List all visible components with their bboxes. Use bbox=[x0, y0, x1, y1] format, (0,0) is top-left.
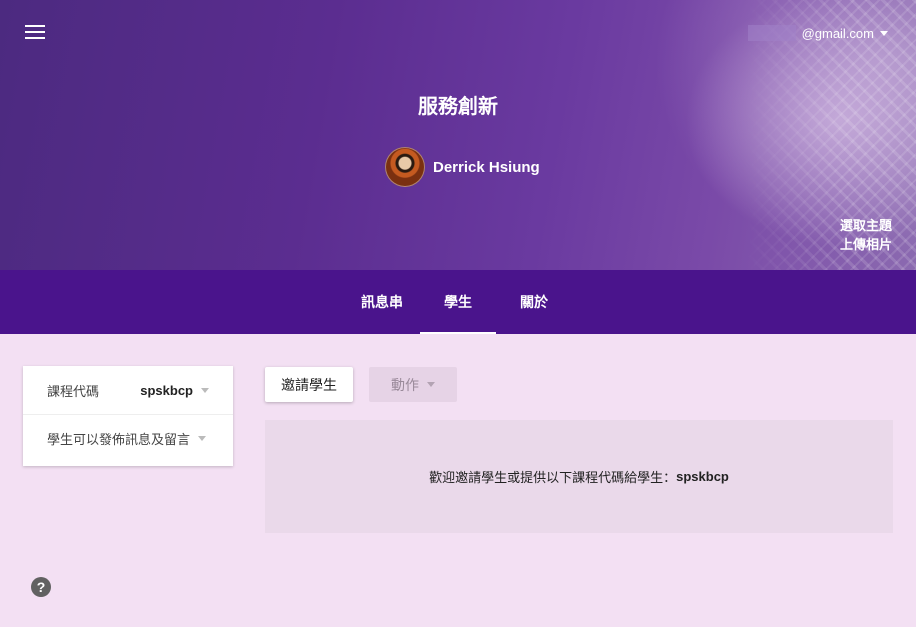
choose-theme-link[interactable]: 選取主題 bbox=[840, 216, 892, 235]
chevron-down-icon bbox=[427, 382, 435, 387]
teacher-info: Derrick Hsiung bbox=[385, 147, 540, 187]
course-banner: @gmail.com 服務創新 Derrick Hsiung 選取主題 上傳相片 bbox=[0, 0, 916, 270]
menu-icon[interactable] bbox=[25, 25, 45, 39]
actions-dropdown-button[interactable]: 動作 bbox=[369, 367, 457, 402]
help-icon[interactable]: ? bbox=[31, 577, 51, 597]
banner-links: 選取主題 上傳相片 bbox=[840, 216, 892, 254]
actions-label: 動作 bbox=[391, 376, 419, 393]
course-code-row: 課程代碼 spskbcp bbox=[23, 366, 233, 414]
empty-state-code: spskbcp bbox=[676, 469, 729, 484]
student-permission-dropdown-icon[interactable] bbox=[198, 436, 207, 441]
tab-bar: 訊息串 學生 關於 bbox=[0, 270, 916, 334]
account-switcher[interactable]: @gmail.com bbox=[747, 24, 888, 42]
account-name-redacted bbox=[747, 25, 796, 41]
empty-students-panel: 歡迎邀請學生或提供以下課程代碼給學生： spskbcp bbox=[265, 420, 893, 533]
course-code-dropdown-icon[interactable] bbox=[201, 387, 209, 393]
course-code-label: 課程代碼 bbox=[47, 383, 100, 399]
avatar bbox=[385, 147, 425, 187]
chevron-down-icon bbox=[880, 30, 888, 36]
tab-stream[interactable]: 訊息串 bbox=[344, 270, 420, 334]
course-settings-card: 課程代碼 spskbcp 學生可以發佈訊息及留言 bbox=[23, 366, 233, 466]
tab-about[interactable]: 關於 bbox=[496, 270, 572, 334]
course-title: 服務創新 bbox=[418, 96, 498, 118]
empty-state-message: 歡迎邀請學生或提供以下課程代碼給學生： bbox=[429, 470, 677, 485]
invite-students-button[interactable]: 邀請學生 bbox=[265, 367, 353, 402]
account-email: @gmail.com bbox=[801, 25, 874, 41]
teacher-name: Derrick Hsiung bbox=[433, 158, 540, 176]
course-code-value: spskbcp bbox=[140, 382, 193, 398]
upload-photo-link[interactable]: 上傳相片 bbox=[840, 235, 892, 254]
tab-students[interactable]: 學生 bbox=[420, 270, 496, 334]
student-permission-row[interactable]: 學生可以發佈訊息及留言 bbox=[23, 414, 233, 462]
student-permission-label: 學生可以發佈訊息及留言 bbox=[47, 432, 191, 447]
